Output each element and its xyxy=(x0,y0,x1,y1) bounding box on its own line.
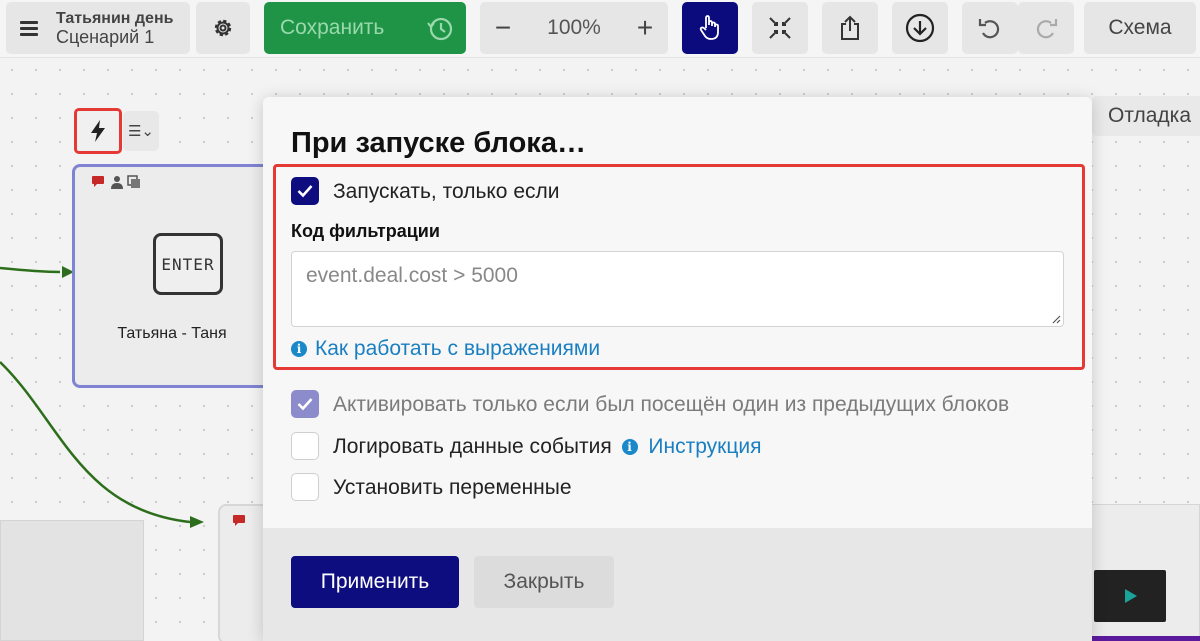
zoom-level: 100% xyxy=(547,16,601,39)
log-event-data-checkbox[interactable] xyxy=(291,432,319,460)
info-icon: i xyxy=(291,341,307,357)
instruction-link[interactable]: Инструкция xyxy=(648,435,761,458)
apply-button[interactable]: Применить xyxy=(291,556,459,608)
redo-icon xyxy=(1036,19,1058,39)
scenario-block[interactable]: ENTER Татьяна - Таня xyxy=(72,164,272,388)
filter-code-value: event.deal.cost > 5000 xyxy=(306,264,518,287)
chat-icon xyxy=(92,176,104,187)
trigger-settings-button[interactable] xyxy=(74,108,122,154)
activate-only-if-visited-label[interactable]: Активировать только если был посещён оди… xyxy=(333,393,1009,417)
share-button[interactable] xyxy=(822,2,878,54)
collapse-icon xyxy=(769,17,791,39)
block-menu-button[interactable]: ☰⌄ xyxy=(123,111,159,151)
menu-icon xyxy=(20,20,38,36)
collapse-button[interactable] xyxy=(752,2,808,54)
download-icon xyxy=(905,13,935,43)
filter-code-input[interactable]: event.deal.cost > 5000 xyxy=(291,251,1064,327)
help-link-text[interactable]: Как работать с выражениями xyxy=(315,337,600,361)
history-icon[interactable] xyxy=(426,15,454,43)
copy-icon xyxy=(127,175,140,188)
redo-button[interactable] xyxy=(1018,2,1074,54)
log-event-data-row: Логировать данные события i Инструкция xyxy=(333,435,762,459)
zoom-controls: − 100% + xyxy=(480,2,668,54)
set-variables-checkbox[interactable] xyxy=(291,473,319,501)
expressions-help-link[interactable]: i Как работать с выражениями xyxy=(291,337,600,361)
zoom-in-button[interactable]: + xyxy=(632,12,658,44)
project-title: Татьянин день xyxy=(56,10,174,27)
gear-icon xyxy=(214,19,232,37)
enter-key-icon: ENTER xyxy=(153,233,223,295)
dialog-title: При запуске блока… xyxy=(291,127,586,159)
undo-button[interactable] xyxy=(962,2,1018,54)
run-only-if-checkbox[interactable] xyxy=(291,177,319,205)
set-variables-label[interactable]: Установить переменные xyxy=(333,476,572,500)
film-icon xyxy=(1094,570,1166,622)
run-only-if-label[interactable]: Запускать, только если xyxy=(333,180,560,204)
settings-button[interactable] xyxy=(196,2,250,54)
block-title: Татьяна - Таня xyxy=(117,325,227,342)
resize-handle-icon[interactable] xyxy=(1051,314,1061,324)
undo-icon xyxy=(978,19,1000,39)
block-launch-dialog: При запуске блока… Запускать, только есл… xyxy=(263,97,1092,641)
top-toolbar: Татьянин день Сценарий 1 Сохранить − 100… xyxy=(0,0,1200,58)
menu-button[interactable]: Татьянин день Сценарий 1 xyxy=(6,2,190,54)
schema-button[interactable]: Схема xyxy=(1084,2,1196,54)
dialog-footer: Применить Закрыть xyxy=(263,528,1092,641)
checkmark-icon xyxy=(297,185,313,198)
activate-only-if-visited-checkbox[interactable] xyxy=(291,390,319,418)
grey-block xyxy=(0,520,144,641)
hand-pointer-icon xyxy=(699,15,719,40)
scenario-title: Сценарий 1 xyxy=(56,27,155,47)
info-icon: i xyxy=(621,439,638,455)
save-label: Сохранить xyxy=(280,16,385,39)
share-icon xyxy=(841,15,859,40)
lightning-icon xyxy=(91,120,105,142)
filter-code-label: Код фильтрации xyxy=(291,221,440,241)
close-button[interactable]: Закрыть xyxy=(474,556,614,608)
log-event-data-label[interactable]: Логировать данные события xyxy=(333,435,612,458)
chat-icon xyxy=(233,515,245,526)
hand-tool-button[interactable] xyxy=(682,2,738,54)
zoom-out-button[interactable]: − xyxy=(490,12,516,44)
user-icon xyxy=(111,176,123,189)
download-button[interactable] xyxy=(892,2,948,54)
save-button[interactable]: Сохранить xyxy=(264,2,466,54)
checkmark-icon xyxy=(297,398,313,411)
block-badges xyxy=(91,175,141,189)
debug-tab[interactable]: Отладка xyxy=(1092,96,1200,136)
